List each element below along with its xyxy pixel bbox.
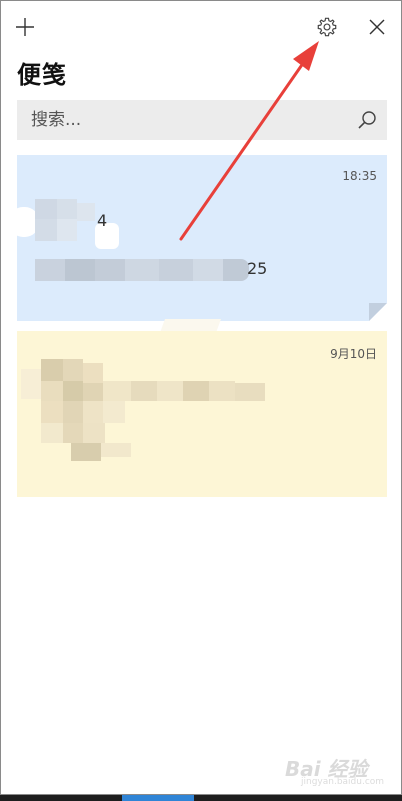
- search-input[interactable]: [17, 100, 337, 140]
- close-icon: [369, 19, 385, 35]
- sticky-notes-window: 便笺 18:35 4 25: [0, 0, 402, 795]
- note-timestamp: 9月10日: [330, 347, 377, 361]
- note-card-1[interactable]: 18:35 4 25: [17, 155, 387, 321]
- taskbar: [0, 795, 402, 801]
- add-note-button[interactable]: [9, 11, 41, 43]
- search-bar[interactable]: [17, 100, 387, 140]
- plus-icon: [16, 18, 34, 36]
- close-button[interactable]: [361, 11, 393, 43]
- note-card-2[interactable]: 9月10日: [17, 331, 387, 497]
- search-icon[interactable]: [357, 110, 377, 130]
- taskbar-active-app[interactable]: [122, 795, 194, 801]
- settings-button[interactable]: [311, 11, 343, 43]
- redacted-text-3: [21, 359, 285, 463]
- title-bar: [1, 1, 401, 51]
- note-page-fold-shade: [369, 303, 387, 321]
- gear-icon: [317, 17, 337, 37]
- watermark-url: jingyan.baidu.com: [301, 777, 385, 787]
- note-timestamp: 18:35: [342, 169, 377, 183]
- note-text-fragment: 4: [97, 211, 108, 230]
- app-title: 便笺: [17, 61, 67, 89]
- redacted-text-2: [35, 259, 249, 281]
- note-text-fragment: 25: [247, 259, 268, 278]
